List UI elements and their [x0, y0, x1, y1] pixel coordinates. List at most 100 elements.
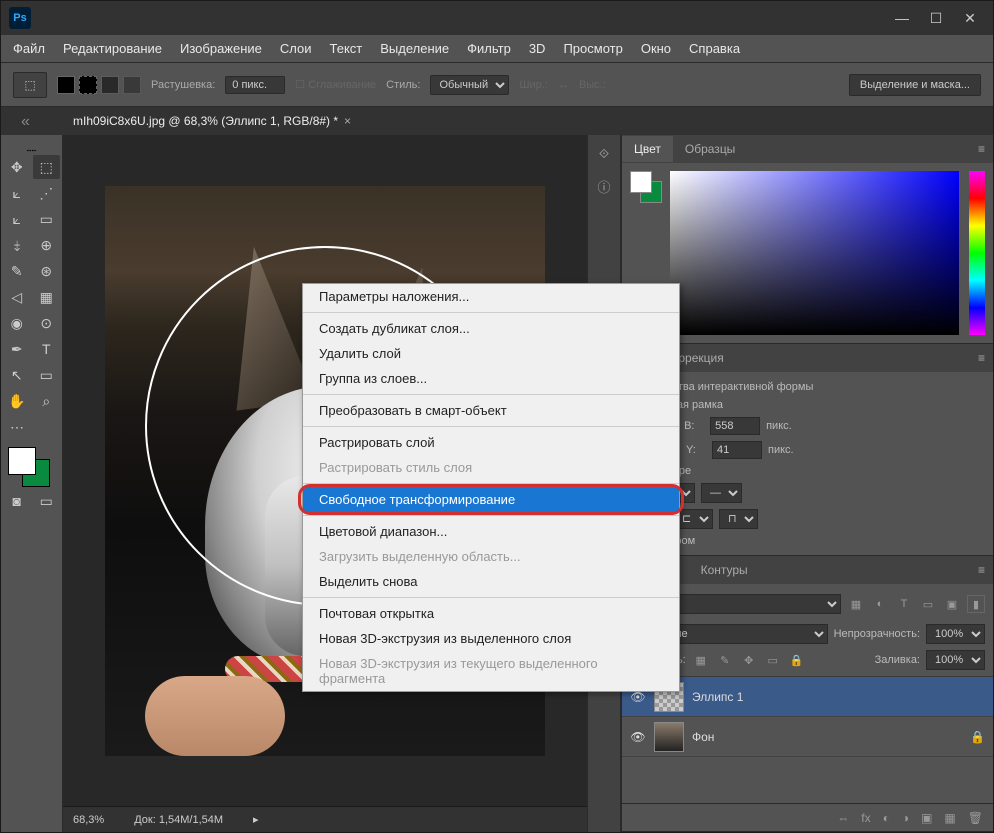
filter-image-icon[interactable]: ▦: [847, 595, 865, 613]
ctx-postcard[interactable]: Почтовая открытка: [303, 601, 679, 626]
collapse-toolbar-icon[interactable]: «: [21, 113, 37, 129]
marquee-tool[interactable]: ⬚: [33, 155, 61, 179]
screenmode-tool[interactable]: ▭: [33, 489, 61, 513]
ctx-group-from-layers[interactable]: Группа из слоев...: [303, 366, 679, 391]
tab-paths[interactable]: Контуры: [689, 557, 760, 583]
stroke-style-select[interactable]: —: [701, 483, 742, 503]
panel-menu-icon[interactable]: ≡: [970, 351, 993, 365]
layer-name[interactable]: Эллипс 1: [692, 690, 743, 704]
edit-toolbar[interactable]: ⋯: [3, 415, 31, 439]
move-tool[interactable]: ✥: [3, 155, 31, 179]
ctx-reselect[interactable]: Выделить снова: [303, 569, 679, 594]
lock-transparent-icon[interactable]: ▦: [692, 651, 710, 669]
layer-item[interactable]: 👁 Фон 🔒: [622, 717, 993, 757]
panel-menu-icon[interactable]: ≡: [970, 563, 993, 577]
blur-tool[interactable]: ◉: [3, 311, 31, 335]
type-tool[interactable]: T: [33, 337, 61, 361]
document-tab[interactable]: mIh09iC8x6U.jpg @ 68,3% (Эллипс 1, RGB/8…: [65, 110, 359, 132]
pen-tool[interactable]: ✒: [3, 337, 31, 361]
brush-tool[interactable]: ✎: [3, 259, 31, 283]
filter-type-icon[interactable]: T: [895, 595, 913, 613]
menu-filter[interactable]: Фильтр: [467, 41, 511, 56]
y-input[interactable]: [712, 441, 762, 459]
lock-position-icon[interactable]: ✥: [740, 651, 758, 669]
style-select[interactable]: Обычный: [430, 75, 509, 95]
delete-icon[interactable]: 🗑: [968, 811, 983, 825]
zoom-level[interactable]: 68,3%: [73, 814, 104, 826]
hand-tool[interactable]: ✋: [3, 389, 31, 413]
menu-help[interactable]: Справка: [689, 41, 740, 56]
menu-image[interactable]: Изображение: [180, 41, 262, 56]
eraser-tool[interactable]: ◁: [3, 285, 31, 309]
tool-preset-icon[interactable]: ⬚: [13, 72, 47, 98]
adjustment-icon[interactable]: ◑: [902, 811, 909, 825]
foreground-color[interactable]: [8, 447, 36, 475]
eyedropper-tool[interactable]: ⤈: [3, 233, 31, 257]
feather-input[interactable]: [225, 76, 285, 94]
stamp-tool[interactable]: ⊛: [33, 259, 61, 283]
menu-3d[interactable]: 3D: [529, 41, 546, 56]
menu-edit[interactable]: Редактирование: [63, 41, 162, 56]
lock-artboard-icon[interactable]: ▭: [764, 651, 782, 669]
ctx-rasterize-layer[interactable]: Растрировать слой: [303, 430, 679, 455]
info-icon[interactable]: ⓘ: [593, 175, 615, 197]
crop-tool[interactable]: ⟀: [3, 207, 31, 231]
panel-menu-icon[interactable]: ≡: [970, 142, 993, 156]
ctx-delete-layer[interactable]: Удалить слой: [303, 341, 679, 366]
color-swatches[interactable]: [4, 447, 60, 487]
ctx-3d-extrusion-layer[interactable]: Новая 3D-экструзия из выделенного слоя: [303, 626, 679, 651]
lock-icon[interactable]: 🔒: [970, 730, 985, 744]
layer-thumb[interactable]: [654, 722, 684, 752]
history-icon[interactable]: ⟐: [593, 143, 615, 165]
new-layer-icon[interactable]: ▦: [944, 811, 955, 825]
ctx-convert-smart-object[interactable]: Преобразовать в смарт-объект: [303, 398, 679, 423]
lock-pixels-icon[interactable]: ✎: [716, 651, 734, 669]
mask-icon[interactable]: ◐: [883, 811, 890, 825]
menu-select[interactable]: Выделение: [380, 41, 449, 56]
opacity-select[interactable]: 100%: [926, 624, 985, 644]
corners-select[interactable]: ⊓: [719, 509, 758, 529]
layer-name[interactable]: Фон: [692, 730, 714, 744]
filter-toggle-icon[interactable]: ▮: [967, 595, 985, 613]
menu-file[interactable]: Файл: [13, 41, 45, 56]
width-input[interactable]: [710, 417, 760, 435]
color-picker[interactable]: [670, 171, 959, 335]
hue-slider[interactable]: [969, 171, 985, 335]
ctx-duplicate-layer[interactable]: Создать дубликат слоя...: [303, 316, 679, 341]
filter-smart-icon[interactable]: ▣: [943, 595, 961, 613]
lasso-tool[interactable]: ⟀: [3, 181, 31, 205]
fx-icon[interactable]: fx: [861, 811, 870, 825]
healing-tool[interactable]: ⊕: [33, 233, 61, 257]
mini-color-swatch[interactable]: [630, 171, 660, 201]
quick-select-tool[interactable]: ⋰: [33, 181, 61, 205]
lock-all-icon[interactable]: 🔒: [788, 651, 806, 669]
shape-tool[interactable]: ▭: [33, 363, 61, 387]
menu-window[interactable]: Окно: [641, 41, 671, 56]
menu-layer[interactable]: Слои: [280, 41, 312, 56]
visibility-icon[interactable]: 👁: [630, 730, 646, 744]
toolbox-grip[interactable]: ┈: [3, 141, 60, 149]
minimize-button[interactable]: —: [887, 6, 917, 30]
ctx-blending-options[interactable]: Параметры наложения...: [303, 284, 679, 309]
status-chevron-icon[interactable]: ▸: [253, 813, 259, 826]
path-select-tool[interactable]: ↖: [3, 363, 31, 387]
maximize-button[interactable]: ☐: [921, 6, 951, 30]
quickmask-tool[interactable]: ◙: [3, 489, 31, 513]
ctx-color-range[interactable]: Цветовой диапазон...: [303, 519, 679, 544]
frame-tool[interactable]: ▭: [33, 207, 61, 231]
ctx-free-transform[interactable]: Свободное трансформирование: [303, 487, 679, 512]
close-tab-icon[interactable]: ×: [344, 114, 351, 128]
group-icon[interactable]: ▣: [921, 811, 932, 825]
filter-adjust-icon[interactable]: ◐: [871, 595, 889, 613]
zoom-tool[interactable]: ⌕: [33, 389, 61, 413]
dodge-tool[interactable]: ⊙: [33, 311, 61, 335]
fill-select[interactable]: 100%: [926, 650, 985, 670]
tab-swatches[interactable]: Образцы: [673, 136, 747, 162]
selection-mode-icons[interactable]: [57, 76, 141, 94]
filter-shape-icon[interactable]: ▭: [919, 595, 937, 613]
select-and-mask-button[interactable]: Выделение и маска...: [849, 74, 981, 96]
close-button[interactable]: ✕: [955, 6, 985, 30]
menu-type[interactable]: Текст: [330, 41, 363, 56]
link-layers-icon[interactable]: ⇔: [837, 811, 849, 825]
tab-color[interactable]: Цвет: [622, 136, 673, 162]
